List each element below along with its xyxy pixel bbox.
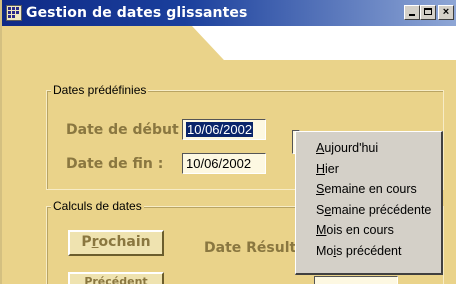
maximize-button[interactable] xyxy=(420,5,436,20)
close-button[interactable]: × xyxy=(438,5,454,20)
menu-item-previous-week[interactable]: Semaine précédente xyxy=(296,200,441,221)
end-date-label: Date de fin : xyxy=(66,156,164,172)
end-date-field[interactable]: 10/06/2002 xyxy=(182,153,266,174)
predefined-dates-legend: Dates prédéfinies xyxy=(51,83,149,97)
next-label-prefix: P xyxy=(81,234,92,250)
title-bar[interactable]: Gestion de dates glissantes × xyxy=(2,0,456,26)
menu-item-current-month[interactable]: Mois en cours xyxy=(296,220,441,241)
window-title: Gestion de dates glissantes xyxy=(26,5,248,21)
minimize-icon xyxy=(409,14,415,16)
next-label-mnemonic: r xyxy=(91,234,99,250)
header-white-tab xyxy=(192,26,456,60)
calendar-icon xyxy=(6,5,22,21)
start-date-field[interactable]: 10/06/2002 xyxy=(182,119,266,140)
start-date-value: 10/06/2002 xyxy=(186,122,254,137)
menu-item-today[interactable]: Aujourd'hui xyxy=(296,138,441,159)
start-date-label: Date de début : xyxy=(66,122,190,138)
next-label-suffix: ochain xyxy=(98,234,151,250)
menu-item-previous-month[interactable]: Mois précédent xyxy=(296,241,441,262)
app-window: Gestion de dates glissantes × Dates préd… xyxy=(0,0,456,284)
maximize-icon xyxy=(424,8,432,15)
result-date-field[interactable] xyxy=(314,276,398,284)
previous-label: Précédent xyxy=(84,275,148,284)
context-menu: Aujourd'hui Hier Semaine en cours Semain… xyxy=(295,131,443,275)
menu-item-current-week[interactable]: Semaine en cours xyxy=(296,179,441,200)
menu-item-yesterday[interactable]: Hier xyxy=(296,159,441,180)
close-icon: × xyxy=(442,6,450,18)
date-calc-legend: Calculs de dates xyxy=(51,199,144,213)
previous-button[interactable]: Précédent xyxy=(68,272,164,284)
next-button[interactable]: Prochain xyxy=(68,230,164,256)
minimize-button[interactable] xyxy=(404,5,420,20)
